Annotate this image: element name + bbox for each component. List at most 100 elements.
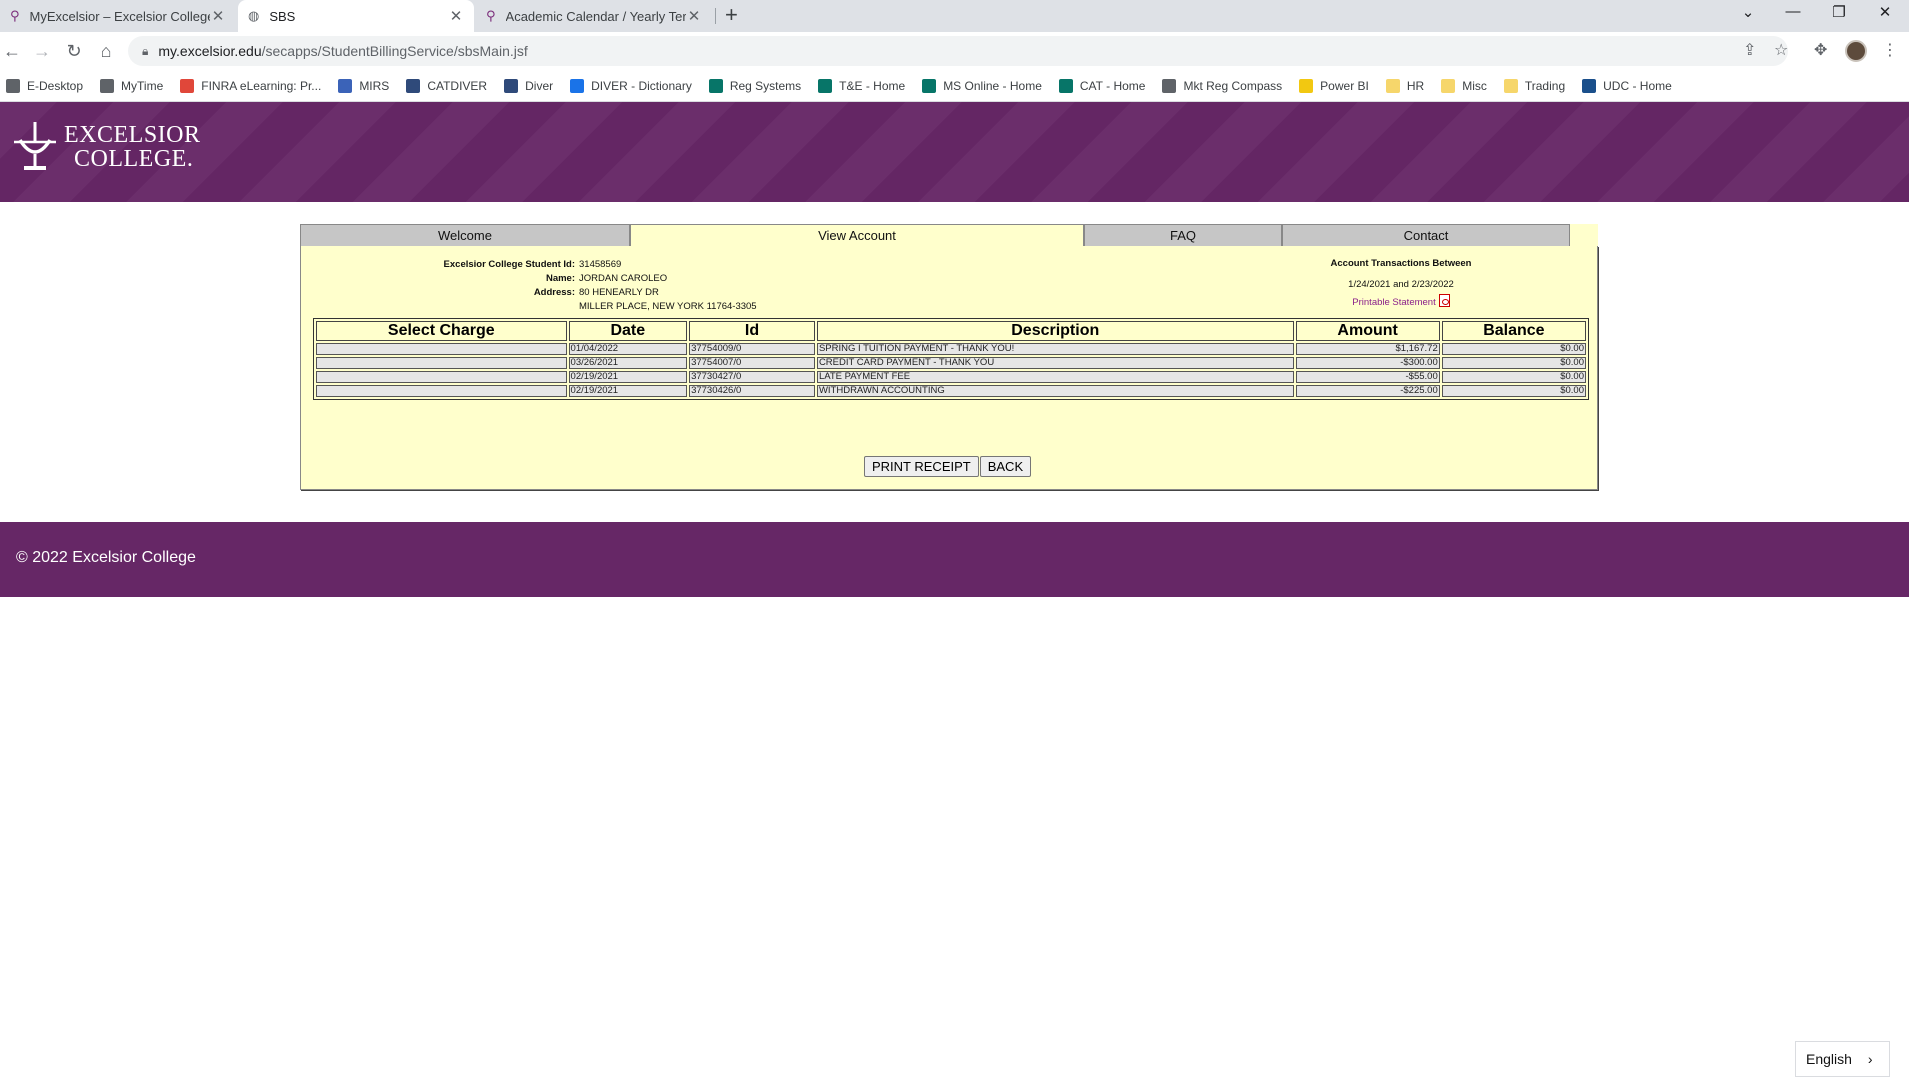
bookmark-item[interactable]: CATDIVER: [406, 78, 488, 93]
bookmark-icon: [1503, 78, 1518, 93]
account-content: Excelsior College Student Id: 31458569 Na…: [300, 246, 1598, 490]
cell-id: 37730427/0: [689, 371, 815, 383]
cell-select[interactable]: [316, 385, 567, 397]
browser-tab-strip: ⚲ MyExcelsior – Excelsior College ✕ ◍ SB…: [0, 0, 1909, 32]
new-tab-button[interactable]: +: [725, 2, 738, 28]
bookmark-label: FINRA eLearning: Pr...: [201, 78, 322, 93]
language-selector[interactable]: English ›: [1795, 1041, 1890, 1077]
print-receipt-button[interactable]: PRINT RECEIPT: [864, 456, 979, 477]
bookmark-icon: [100, 78, 115, 93]
col-description: Description: [816, 321, 1294, 341]
forward-button[interactable]: →: [30, 39, 54, 63]
col-date: Date: [568, 321, 688, 341]
bookmark-icon: [406, 78, 421, 93]
cell-id: 37754007/0: [689, 357, 815, 369]
cell-id: 37754009/0: [689, 343, 815, 355]
tab-search-button[interactable]: ⌄: [1725, 3, 1771, 21]
cell-balance: $0.00: [1441, 385, 1586, 397]
browser-tab-academic-calendar[interactable]: ⚲ Academic Calendar / Yearly Term ✕: [476, 0, 712, 32]
tab-faq[interactable]: FAQ: [1084, 224, 1282, 246]
bookmark-label: CATDIVER: [427, 78, 488, 93]
bookmark-label: E-Desktop: [27, 78, 84, 93]
bookmark-item[interactable]: Trading: [1503, 78, 1565, 93]
cell-select[interactable]: [316, 343, 567, 355]
table-row[interactable]: 01/04/2022 37754009/0 SPRING I TUITION PAY…: [316, 343, 1586, 355]
bookmark-item[interactable]: MS Online - Home: [922, 78, 1042, 93]
bookmark-label: UDC - Home: [1603, 78, 1672, 93]
bookmark-label: MS Online - Home: [943, 78, 1042, 93]
table-row[interactable]: 02/19/2021 37730427/0 LATE PAYMENT FEE -$55…: [316, 371, 1586, 383]
bookmark-icon: [1441, 78, 1456, 93]
bookmark-item[interactable]: MyTime: [100, 78, 163, 93]
bookmark-icon: [1299, 78, 1314, 93]
excelsior-logo[interactable]: EXCELSIOR COLLEGE.: [12, 120, 201, 174]
window-close-button[interactable]: ✕: [1862, 3, 1908, 21]
minimize-button[interactable]: —: [1770, 3, 1816, 20]
back-button[interactable]: ←: [0, 39, 24, 63]
excelsior-favicon-icon: ⚲: [10, 8, 20, 23]
tab-welcome[interactable]: Welcome: [300, 224, 630, 246]
tab-title: Academic Calendar / Yearly Term: [505, 8, 686, 24]
tab-view-account[interactable]: View Account: [630, 224, 1084, 247]
bookmark-item[interactable]: MIRS: [338, 78, 389, 93]
menu-kebab-icon[interactable]: ⋮: [1882, 40, 1898, 60]
restore-button[interactable]: ❐: [1816, 3, 1862, 21]
cell-balance: $0.00: [1441, 343, 1586, 355]
home-button[interactable]: ⌂: [94, 39, 118, 63]
bookmark-icon: [708, 78, 723, 93]
table-row[interactable]: 03/26/2021 37754007/0 CREDIT CARD PAYMENT …: [316, 357, 1586, 369]
cell-select[interactable]: [316, 357, 567, 369]
cell-description: LATE PAYMENT FEE: [816, 371, 1294, 383]
pdf-icon[interactable]: [1438, 294, 1450, 307]
logo-line-2: COLLEGE.: [74, 146, 194, 172]
close-tab-icon[interactable]: ✕: [686, 7, 702, 25]
site-header: EXCELSIOR COLLEGE.: [0, 102, 1909, 202]
account-range-title: Account Transactions Between: [1330, 258, 1472, 269]
bookmark-item[interactable]: Power BI: [1299, 78, 1369, 93]
lamp-logo-icon: [14, 122, 56, 170]
address-bar[interactable]: 🔒︎ my.excelsior.edu/secapps/StudentBilli…: [128, 36, 1788, 66]
bookmark-icon: [180, 78, 195, 93]
bookmark-star-icon[interactable]: ☆: [1774, 40, 1788, 60]
cell-date: 02/19/2021: [568, 371, 688, 383]
bookmark-item[interactable]: Diver: [504, 78, 553, 93]
close-tab-icon[interactable]: ✕: [210, 7, 226, 25]
printable-statement-link[interactable]: Printable Statement: [1301, 294, 1501, 310]
bookmark-item[interactable]: UDC - Home: [1582, 78, 1672, 93]
tab-contact[interactable]: Contact: [1282, 224, 1570, 246]
bookmark-item[interactable]: T&E - Home: [818, 78, 905, 93]
name-label: Name:: [545, 273, 575, 284]
tab-title: MyExcelsior – Excelsior College: [29, 8, 210, 24]
billing-panel: Welcome View Account FAQ Contact Excelsi…: [300, 224, 1598, 490]
browser-tab-myexcelsior[interactable]: ⚲ MyExcelsior – Excelsior College ✕: [0, 0, 236, 32]
bookmark-item[interactable]: Mkt Reg Compass: [1162, 78, 1282, 93]
bookmark-item[interactable]: Misc: [1441, 78, 1487, 93]
address-line-2: MILLER PLACE, NEW YORK 11764-3305: [579, 301, 757, 312]
bookmark-item[interactable]: FINRA eLearning: Pr...: [180, 78, 322, 93]
cell-amount: -$300.00: [1295, 357, 1440, 369]
cell-description: WITHDRAWN ACCOUNTING: [816, 385, 1294, 397]
back-button[interactable]: BACK: [979, 456, 1032, 477]
table-row[interactable]: 02/19/2021 37730426/0 WITHDRAWN ACCOUNTING…: [316, 385, 1586, 397]
extensions-icon[interactable]: ✥: [1814, 40, 1827, 60]
profile-avatar[interactable]: [1845, 40, 1867, 62]
bookmark-item[interactable]: Reg Systems: [708, 78, 802, 93]
share-icon[interactable]: ⇪: [1743, 40, 1756, 60]
browser-tab-sbs[interactable]: ◍ SBS ✕: [238, 0, 474, 32]
bookmark-item[interactable]: HR: [1385, 78, 1425, 93]
bookmark-icon: [1385, 78, 1400, 93]
bookmark-label: HR: [1406, 78, 1425, 93]
bookmark-icon: [504, 78, 519, 93]
tab-separator: [715, 8, 716, 24]
bookmark-item[interactable]: DIVER - Dictionary: [570, 78, 692, 93]
bookmark-item[interactable]: CAT - Home: [1058, 78, 1145, 93]
cell-select[interactable]: [316, 371, 567, 383]
name-value: JORDAN CAROLEO: [579, 273, 668, 284]
reload-button[interactable]: ↻: [62, 39, 86, 63]
bookmark-icon: [1162, 78, 1177, 93]
bookmark-item[interactable]: E-Desktop: [6, 78, 84, 93]
bookmark-label: Misc: [1462, 78, 1487, 93]
close-tab-icon[interactable]: ✕: [448, 7, 464, 25]
logo-line-1: EXCELSIOR: [64, 122, 201, 148]
bookmark-label: Reg Systems: [729, 78, 802, 93]
